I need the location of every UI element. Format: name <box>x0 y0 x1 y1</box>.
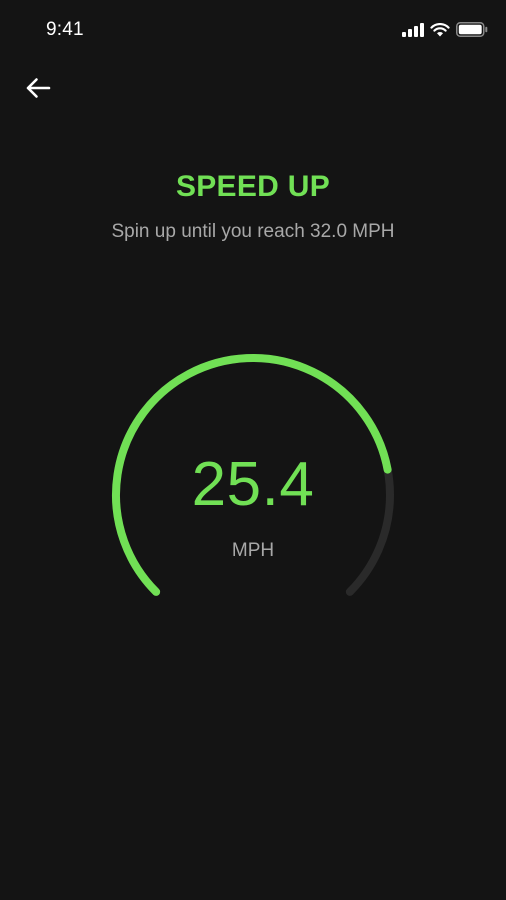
status-bar: 9:41 <box>0 0 506 60</box>
cellular-signal-icon <box>402 22 424 42</box>
battery-icon <box>456 22 488 42</box>
speed-unit: MPH <box>231 540 275 561</box>
instruction-text: Spin up until you reach 32.0 MPH <box>111 221 395 242</box>
arrow-left-icon <box>25 77 51 104</box>
status-icons <box>402 22 488 42</box>
back-button[interactable] <box>22 74 54 106</box>
speed-value: 25.4 <box>191 450 315 519</box>
wifi-icon <box>430 22 450 42</box>
status-time: 9:41 <box>46 19 84 40</box>
page-title: SPEED UP <box>175 170 331 203</box>
